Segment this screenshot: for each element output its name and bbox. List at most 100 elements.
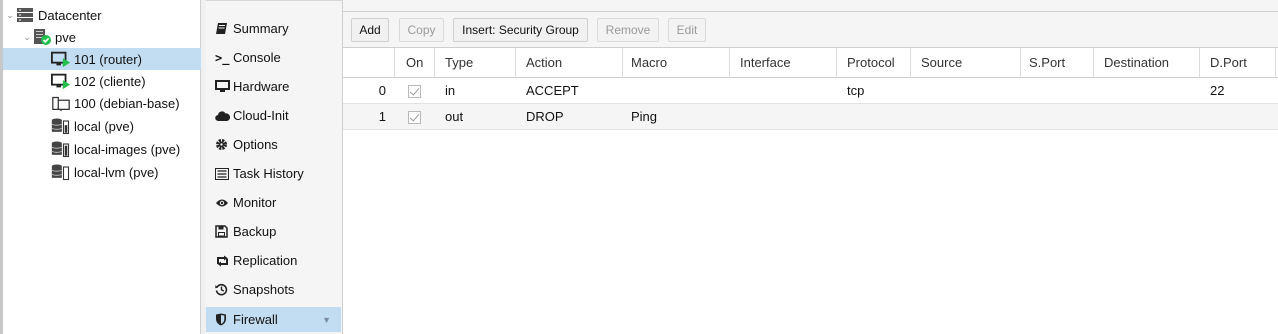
rule-protocol: tcp	[847, 83, 865, 98]
nav-item-hardware[interactable]: Hardware	[206, 74, 341, 99]
rule-source	[911, 104, 1021, 130]
column-header-source[interactable]: Source	[911, 48, 1021, 78]
nav-item-label: Summary	[233, 21, 289, 36]
template-icon	[51, 94, 71, 112]
nav-item-cloud-init[interactable]: Cloud-Init	[206, 103, 341, 128]
rule-source-port	[1021, 104, 1094, 130]
rule-action: ACCEPT	[526, 83, 579, 98]
cloud-icon	[215, 110, 233, 122]
column-header-position[interactable]	[343, 48, 395, 78]
nav-item-snapshots[interactable]: Snapshots	[206, 277, 341, 302]
column-header-destination[interactable]: Destination	[1094, 48, 1200, 78]
rule-protocol	[837, 104, 911, 130]
column-header-source-port[interactable]: S.Port	[1021, 48, 1094, 78]
tree-item-label: local (pve)	[74, 118, 134, 134]
rule-position: 1	[378, 109, 386, 124]
nav-item-label: Console	[233, 50, 281, 65]
firewall-panel: Add Copy Insert: Security Group Remove E…	[342, 0, 1278, 334]
storage-icon	[51, 117, 71, 135]
collapse-icon[interactable]: ⌄	[5, 10, 15, 21]
storage-icon	[51, 163, 71, 181]
rule-source	[911, 78, 1021, 104]
edit-button[interactable]: Edit	[668, 18, 706, 42]
tree-item-label: local-images (pve)	[74, 141, 181, 157]
chevron-down-icon[interactable]: ▼	[322, 315, 331, 325]
column-header-macro[interactable]: Macro	[623, 48, 730, 78]
rule-enabled-checkbox[interactable]	[395, 104, 435, 130]
column-header-interface[interactable]: Interface	[730, 48, 837, 78]
tree-item-vm-102[interactable]: 102 (cliente)	[3, 70, 201, 92]
tree-item-template-100[interactable]: 100 (debian-base)	[3, 92, 201, 114]
grid-header: On Type Action Macro Interface Protocol …	[343, 48, 1278, 78]
nav-item-label: Snapshots	[233, 282, 295, 297]
rule-dest-port	[1200, 104, 1276, 130]
tree-item-label: 102 (cliente)	[74, 73, 146, 89]
nav-item-label: Monitor	[233, 195, 277, 210]
nav-item-label: Options	[233, 137, 278, 152]
rule-type: out	[445, 109, 464, 124]
column-header-type[interactable]: Type	[435, 48, 516, 78]
tree-item-label: Datacenter	[38, 7, 102, 23]
history-icon	[215, 283, 233, 296]
nav-item-console[interactable]: >_ Console	[206, 45, 341, 70]
rule-macro: Ping	[631, 109, 658, 124]
datacenter-icon	[15, 6, 35, 24]
rule-interface	[730, 78, 837, 104]
node-online-icon	[32, 28, 52, 46]
column-header-action[interactable]: Action	[516, 48, 623, 78]
tree-item-label: 100 (debian-base)	[74, 95, 180, 111]
insert-security-group-button[interactable]: Insert: Security Group	[453, 18, 588, 42]
add-button[interactable]: Add	[351, 18, 389, 42]
collapse-icon[interactable]: ⌄	[22, 32, 32, 43]
list-icon	[215, 167, 233, 180]
rule-position: 0	[378, 83, 386, 98]
nav-item-summary[interactable]: Summary	[206, 16, 341, 41]
copy-button[interactable]: Copy	[399, 18, 444, 42]
nav-item-label: Backup	[233, 224, 277, 239]
nav-item-monitor[interactable]: Monitor	[206, 190, 341, 215]
panel-header	[343, 0, 1278, 12]
floppy-icon	[215, 225, 233, 238]
tree-item-vm-101[interactable]: 101 (router)	[3, 48, 201, 70]
tree-item-label: pve	[55, 29, 76, 45]
nav-item-label: Task History	[233, 166, 304, 181]
tree-item-label: local-lvm (pve)	[74, 164, 159, 180]
rule-source-port	[1021, 78, 1094, 104]
tree-item-label: 101 (router)	[74, 51, 142, 67]
desktop-icon	[215, 80, 233, 93]
firewall-rules-grid: On Type Action Macro Interface Protocol …	[343, 48, 1278, 130]
rule-dest-port: 22	[1210, 83, 1225, 98]
resource-tree: ⌄ Datacenter ⌄ pve 101 (router) 102 (cli…	[0, 0, 201, 334]
rule-destination	[1094, 78, 1200, 104]
shield-icon	[215, 313, 233, 326]
nav-item-label: Replication	[233, 253, 298, 268]
column-header-protocol[interactable]: Protocol	[837, 48, 911, 78]
nav-item-replication[interactable]: Replication	[206, 248, 341, 273]
nav-item-backup[interactable]: Backup	[206, 219, 341, 244]
vm-config-nav: Summary >_ Console Hardware Cloud-Init O…	[206, 0, 342, 334]
retweet-icon	[215, 255, 233, 267]
remove-button[interactable]: Remove	[597, 18, 659, 42]
table-row[interactable]: 1 out DROP Ping	[343, 104, 1278, 130]
nav-item-label: Cloud-Init	[233, 108, 289, 123]
column-header-on[interactable]: On	[395, 48, 435, 78]
vm-running-icon	[51, 72, 71, 90]
table-row[interactable]: 0 in ACCEPT tcp 22	[343, 78, 1278, 104]
tree-item-storage-local[interactable]: local (pve)	[3, 115, 201, 137]
tree-item-storage-local-lvm[interactable]: local-lvm (pve)	[3, 161, 201, 183]
column-header-dest-port[interactable]: D.Port	[1200, 48, 1276, 78]
book-icon	[215, 22, 233, 35]
nav-item-label: Hardware	[233, 79, 290, 94]
terminal-icon: >_	[215, 50, 230, 65]
tree-item-storage-local-images[interactable]: local-images (pve)	[3, 138, 201, 160]
tree-item-datacenter[interactable]: ⌄ Datacenter	[3, 4, 201, 26]
tree-item-pve[interactable]: ⌄ pve	[3, 26, 201, 48]
rule-interface	[730, 104, 837, 130]
nav-item-task-history[interactable]: Task History	[206, 161, 341, 186]
rule-action: DROP	[526, 109, 564, 124]
firewall-toolbar: Add Copy Insert: Security Group Remove E…	[343, 12, 1278, 48]
rule-enabled-checkbox[interactable]	[395, 78, 435, 104]
nav-item-label: Firewall	[233, 312, 278, 327]
nav-item-firewall[interactable]: Firewall ▼	[206, 307, 341, 332]
nav-item-options[interactable]: Options	[206, 132, 341, 157]
